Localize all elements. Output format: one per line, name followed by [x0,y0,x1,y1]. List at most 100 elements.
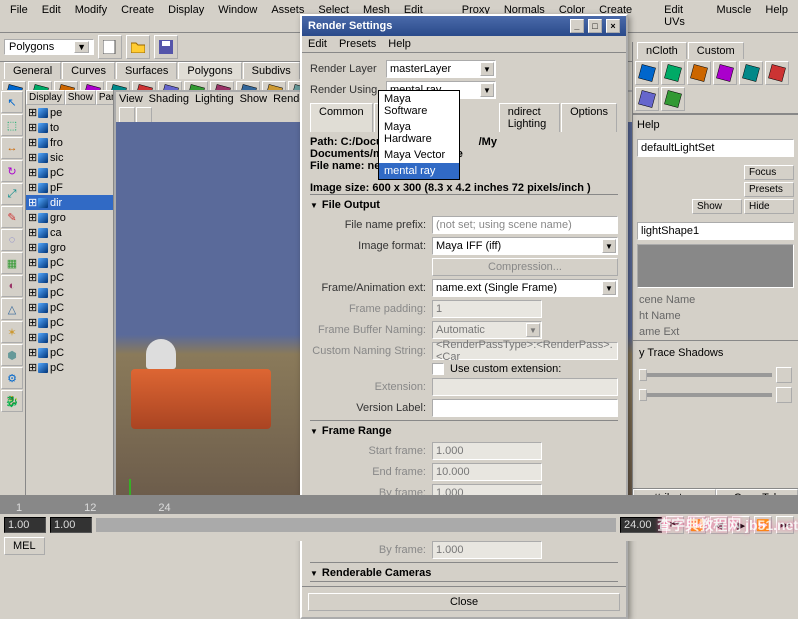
outliner-item[interactable]: ⊞gro [26,240,113,255]
outliner-item[interactable]: ⊞pC [26,300,113,315]
outliner-item[interactable]: ⊞gro [26,210,113,225]
save-scene-icon[interactable] [154,35,178,59]
renderer-option[interactable]: mental ray [379,163,459,179]
vp-icon[interactable] [119,107,135,123]
tool-icon[interactable]: ⬢ [1,344,23,366]
format-dropdown[interactable]: Maya IFF (iff)▼ [432,237,618,255]
tool-icon[interactable]: ⬚ [1,114,23,136]
slider-thumb[interactable] [639,369,647,381]
outliner-item[interactable]: ⊞pF [26,180,113,195]
outliner-item[interactable]: ⊞fro [26,135,113,150]
menu-edit[interactable]: Edit [36,2,67,30]
viewport-menu-lighting[interactable]: Lighting [195,93,234,105]
outliner-item[interactable]: ⊞pC [26,330,113,345]
menu-window[interactable]: Window [212,2,263,30]
tool-icon[interactable]: ↖ [1,91,23,113]
shelf-tab-curves[interactable]: Curves [62,62,115,79]
slider-thumb[interactable] [639,389,647,401]
tab-indirect-lighting[interactable]: ndirect Lighting [499,103,560,132]
compression-button[interactable]: Compression... [432,258,618,276]
tool-icon[interactable]: ↻ [1,160,23,182]
tab-options[interactable]: Options [561,103,617,132]
tool-icon[interactable]: 🐉 [1,390,23,412]
playback-start-input[interactable]: 1.00 [50,517,92,533]
shelf-icon[interactable] [661,87,685,111]
outliner-item[interactable]: ⊞pC [26,285,113,300]
minimize-icon[interactable]: _ [570,19,584,33]
mel-tab[interactable]: MEL [4,537,45,555]
hide-button[interactable]: Hide [744,199,794,214]
renderer-option[interactable]: Maya Hardware [379,119,459,147]
new-scene-icon[interactable] [98,35,122,59]
tab-common[interactable]: Common [310,103,373,132]
outliner-item[interactable]: ⊞pC [26,255,113,270]
menuset-dropdown[interactable]: Polygons ▼ [4,39,94,55]
playback-end-input[interactable]: 24.00 [620,517,662,533]
shelf-tab-surfaces[interactable]: Surfaces [116,62,177,79]
shelf-icon[interactable] [739,61,763,85]
slider-map-icon[interactable] [776,387,792,403]
usecustom-checkbox[interactable] [432,363,444,375]
show-button[interactable]: Show [692,199,742,214]
renderer-option[interactable]: Maya Vector [379,147,459,163]
outliner-item[interactable]: ⊞dir [26,195,113,210]
frameext-dropdown[interactable]: name.ext (Single Frame)▼ [432,279,618,297]
shelf-tab-subdivs[interactable]: Subdivs [243,62,300,79]
version-input[interactable] [432,399,618,417]
renderer-option[interactable]: Maya Software [379,91,459,119]
section-frame-range[interactable]: Frame Range [310,420,618,439]
outliner-col[interactable]: Show [65,90,96,105]
dialog-menu-edit[interactable]: Edit [308,38,327,50]
close-button[interactable]: Close [308,593,620,611]
viewport-menu-shading[interactable]: Shading [149,93,189,105]
prefix-input[interactable]: (not set; using scene name) [432,216,618,234]
shelf-icon[interactable] [687,61,711,85]
shelf-icon[interactable] [635,61,659,85]
section-file-output[interactable]: File Output [310,194,618,213]
shelf-icon[interactable] [635,87,659,111]
close-icon[interactable]: × [606,19,620,33]
time-ruler[interactable]: 11224 [0,496,798,514]
slider-track[interactable] [639,373,772,377]
range-slider[interactable] [96,518,616,532]
shelf-icon[interactable] [713,61,737,85]
viewport-menu-view[interactable]: View [119,93,143,105]
menu-create[interactable]: Create [115,2,160,30]
section-renderable-cameras[interactable]: Renderable Cameras [310,562,618,582]
tool-icon[interactable]: ◌ [1,229,23,251]
tool-icon[interactable]: △ [1,298,23,320]
menu-modify[interactable]: Modify [69,2,113,30]
menu-display[interactable]: Display [162,2,210,30]
outliner-item[interactable]: ⊞pC [26,270,113,285]
presets-button[interactable]: Presets [744,182,794,197]
range-start-input[interactable]: 1.00 [4,517,46,533]
shelf-icon[interactable] [661,61,685,85]
outliner-item[interactable]: ⊞to [26,120,113,135]
shelf-tab-general[interactable]: General [4,62,61,79]
outliner-item[interactable]: ⊞sic [26,150,113,165]
tool-icon[interactable]: ✶ [1,321,23,343]
outliner-item[interactable]: ⊞pe [26,105,113,120]
vp-icon[interactable] [136,107,152,123]
outliner-item[interactable]: ⊞pC [26,165,113,180]
outliner-col[interactable]: Pan [96,90,114,105]
tab-custom[interactable]: Custom [688,42,744,59]
menu-edit-uvs[interactable]: Edit UVs [658,2,708,30]
dialog-menu-presets[interactable]: Presets [339,38,376,50]
tool-icon[interactable]: ▦ [1,252,23,274]
tool-icon[interactable]: ◐ [1,275,23,297]
outliner-item[interactable]: ⊞ca [26,225,113,240]
lightshape-field[interactable]: lightShape1 [637,222,794,240]
viewport-menu-show[interactable]: Show [240,93,268,105]
outliner-col[interactable]: Display [26,90,65,105]
outliner-item[interactable]: ⊞pC [26,315,113,330]
dialog-titlebar[interactable]: Render Settings _ □ × [302,16,626,36]
outliner-item[interactable]: ⊞pC [26,360,113,375]
tool-icon[interactable]: ↔ [1,137,23,159]
dialog-menu-help[interactable]: Help [388,38,411,50]
tool-icon[interactable]: ⤢ [1,183,23,205]
render-layer-dropdown[interactable]: masterLayer▼ [386,60,496,78]
tool-icon[interactable]: ⚙ [1,367,23,389]
outliner-item[interactable]: ⊞pC [26,345,113,360]
maximize-icon[interactable]: □ [588,19,602,33]
